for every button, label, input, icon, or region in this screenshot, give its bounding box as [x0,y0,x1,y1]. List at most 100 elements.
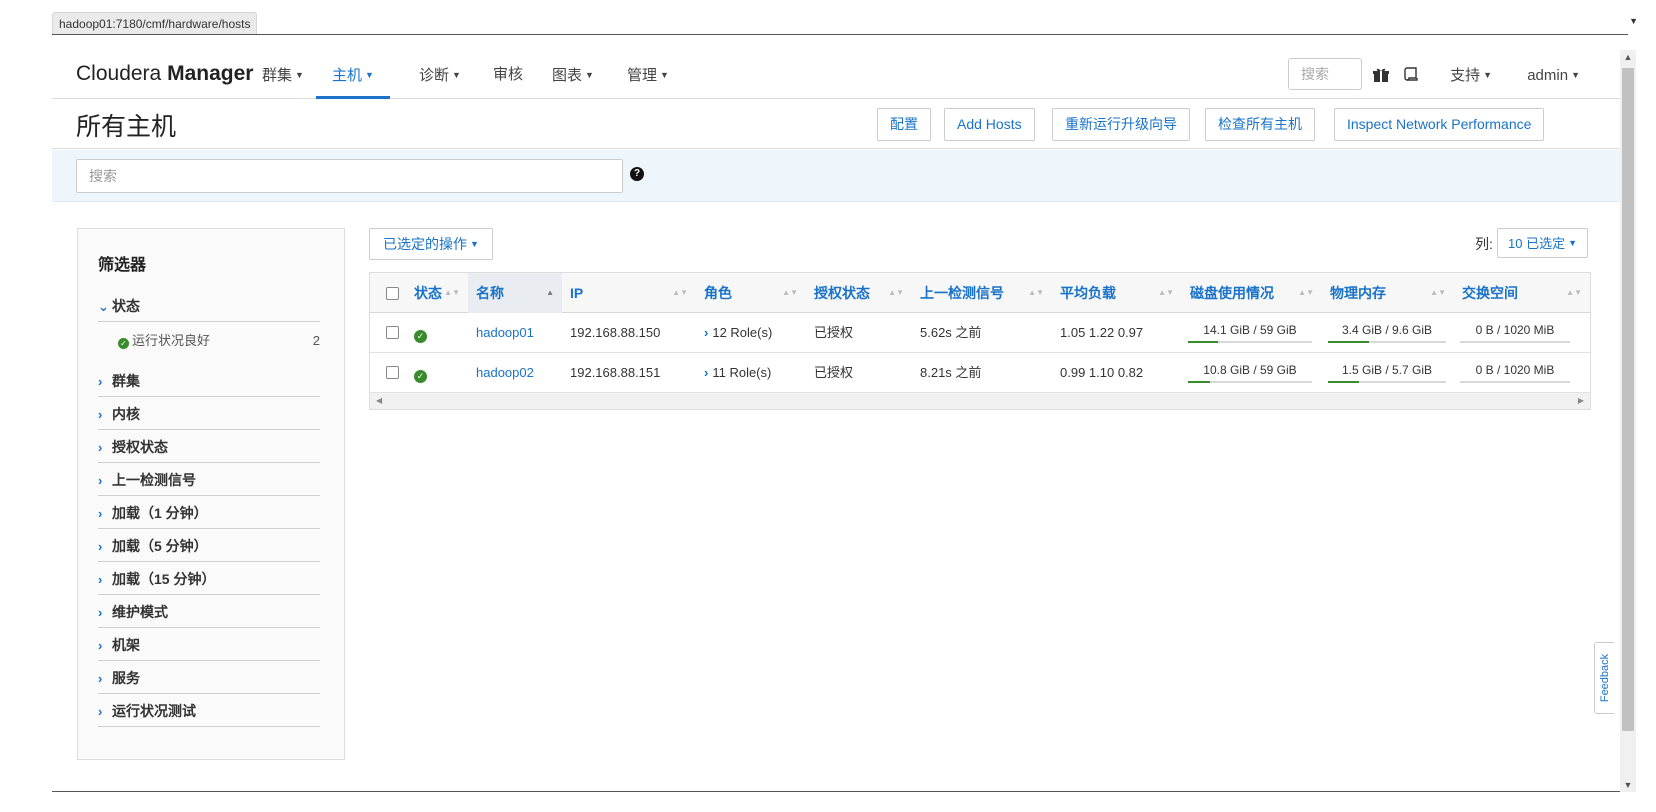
filter-group-auth[interactable]: › 授权状态 [98,433,320,463]
col-header-heartbeat[interactable]: 上一检测信号 ▲▼ [912,273,1052,313]
filter-option-count: 2 [312,333,320,348]
sort-icon: ▲▼ [1566,288,1582,297]
host-load-average: 0.99 1.10 0.82 [1060,365,1144,380]
nav-audits[interactable]: 审核 [493,50,523,99]
filter-group-heartbeat[interactable]: › 上一检测信号 [98,466,320,496]
col-header-load[interactable]: 平均负载 ▲▼ [1052,273,1182,313]
inspect-all-hosts-button[interactable]: 检查所有主机 [1205,108,1315,141]
search-strip: 搜索 ? [52,150,1620,202]
host-auth-status: 已授权 [814,325,854,340]
page-vertical-scrollbar[interactable]: ▲ ▼ [1620,50,1636,792]
brand-light: Cloudera [76,62,162,85]
host-name-link[interactable]: hadoop02 [476,353,534,393]
scroll-down-arrow-icon[interactable]: ▼ [1620,780,1636,790]
sort-icon: ▲▼ [1298,288,1314,297]
host-search-input[interactable]: 搜索 [76,159,623,193]
status-url-tooltip: hadoop01:7180/cmf/hardware/hosts [52,12,258,34]
filter-group-load-15m[interactable]: › 加载（15 分钟） [98,565,320,595]
filter-group-services[interactable]: › 服务 [98,664,320,694]
disk-usage-meter: 10.8 GiB / 59 GiB [1188,361,1312,385]
chevron-right-icon: › [98,506,103,521]
page-header: 所有主机 配置 Add Hosts 重新运行升级向导 检查所有主机 Inspec… [52,99,1620,149]
nav-clusters[interactable]: 群集 ▼ [262,50,304,99]
status-good-icon: ✓ [414,353,427,393]
nav-admin[interactable]: 管理 ▼ [627,50,669,99]
inspect-network-button[interactable]: Inspect Network Performance [1334,108,1545,141]
nav-charts[interactable]: 图表 ▼ [552,50,594,99]
memory-usage-fill [1328,341,1370,343]
row-checkbox[interactable] [386,313,399,353]
brand-bold: Manager [167,62,254,85]
add-hosts-button[interactable]: Add Hosts [944,108,1035,141]
nav-search-input[interactable]: 搜索 [1288,58,1362,90]
caret-down-icon: ▼ [660,70,669,80]
col-header-name[interactable]: 名称 ▲ [468,273,562,313]
gift-icon[interactable] [1372,66,1390,84]
chevron-right-icon: › [98,638,103,653]
filter-group-load-1m[interactable]: › 加载（1 分钟） [98,499,320,529]
col-header-swap[interactable]: 交换空间 ▲▼ [1454,273,1590,313]
selected-actions-dropdown[interactable]: 已选定的操作 ▼ [369,228,493,260]
chevron-right-icon: › [98,407,103,422]
help-icon[interactable]: ? [630,167,644,181]
filter-group-maintenance[interactable]: › 维护模式 [98,598,320,628]
columns-label: 列: [1475,236,1493,252]
nav-hosts[interactable]: 主机 ▼ [316,50,390,99]
caret-down-icon: ▼ [585,70,594,80]
table-row: ✓ hadoop02 192.168.88.151 › 11 Role(s) 已授… [370,353,1590,393]
memory-usage-meter: 1.5 GiB / 5.7 GiB [1328,361,1446,385]
disk-usage-fill [1188,381,1211,383]
caret-down-icon: ▼ [1571,70,1580,80]
chevron-down-icon: ⌄ [98,299,109,314]
scroll-right-arrow-icon[interactable]: ▶ [1578,396,1584,405]
table-horizontal-scrollbar[interactable]: ◀ ▶ [370,393,1590,409]
col-header-status[interactable]: 状态 ▲▼ [406,273,468,313]
scroll-down-arrow-icon[interactable]: ▼ [1629,16,1638,26]
host-name-link[interactable]: hadoop01 [476,313,534,353]
nav-diagnostics[interactable]: 诊断 ▼ [419,50,461,99]
scroll-tasks-icon[interactable] [1402,66,1420,84]
nav-user-menu[interactable]: admin ▼ [1527,50,1580,99]
filter-group-health-tests[interactable]: › 运行状况测试 [98,697,320,727]
config-button[interactable]: 配置 [877,108,931,141]
scroll-up-arrow-icon[interactable]: ▲ [1620,52,1636,62]
chevron-right-icon: › [98,572,103,587]
rerun-upgrade-wizard-button[interactable]: 重新运行升级向导 [1052,108,1190,141]
columns-dropdown[interactable]: 10 已选定 ▼ [1497,228,1588,258]
sort-icon: ▲▼ [1028,288,1044,297]
select-all-checkbox[interactable] [386,273,406,313]
check-circle-icon: ✓ [118,338,129,349]
col-header-disk[interactable]: 磁盘使用情况 ▲▼ [1182,273,1322,313]
filter-group-rack[interactable]: › 机架 [98,631,320,661]
filter-group-cluster[interactable]: › 群集 [98,367,320,397]
caret-down-icon: ▼ [1568,238,1577,248]
chevron-right-icon: › [98,473,103,488]
chevron-right-icon: › [98,539,103,554]
filter-group-status[interactable]: ⌄ 状态 [98,292,320,322]
chevron-right-icon: › [98,671,103,686]
col-header-ip[interactable]: IP ▲▼ [562,273,696,313]
scroll-left-arrow-icon[interactable]: ◀ [376,396,382,405]
table-row: ✓ hadoop01 192.168.88.150 › 12 Role(s) 已授… [370,313,1590,353]
sort-icon: ▲▼ [672,288,688,297]
sort-icon: ▲▼ [444,288,460,297]
host-roles-toggle[interactable]: › 11 Role(s) [704,353,771,393]
scrollbar-thumb[interactable] [1622,68,1634,731]
chevron-right-icon: › [98,605,103,620]
filter-group-load-5m[interactable]: › 加载（5 分钟） [98,532,320,562]
bottom-divider [52,791,1620,792]
nav-support[interactable]: 支持 ▼ [1450,50,1492,99]
col-header-roles[interactable]: 角色 ▲▼ [696,273,806,313]
host-roles-toggle[interactable]: › 12 Role(s) [704,313,772,353]
chevron-right-icon: › [98,374,103,389]
sort-icon: ▲▼ [1158,288,1174,297]
hosts-table: 状态 ▲▼ 名称 ▲ IP ▲▼ 角色 ▲▼ 授权状态 ▲▼ 上一检测信号 ▲▼ 平均负载 ▲… [369,272,1591,410]
row-checkbox[interactable] [386,353,399,393]
feedback-tab[interactable]: Feedback [1594,642,1614,714]
brand-logo[interactable]: Cloudera Manager [76,62,253,86]
status-good-icon: ✓ [414,313,427,353]
filter-group-kernel[interactable]: › 内核 [98,400,320,430]
col-header-auth[interactable]: 授权状态 ▲▼ [806,273,912,313]
filter-option-healthy[interactable]: ✓ 运行状况良好 2 [118,332,320,350]
col-header-memory[interactable]: 物理内存 ▲▼ [1322,273,1454,313]
